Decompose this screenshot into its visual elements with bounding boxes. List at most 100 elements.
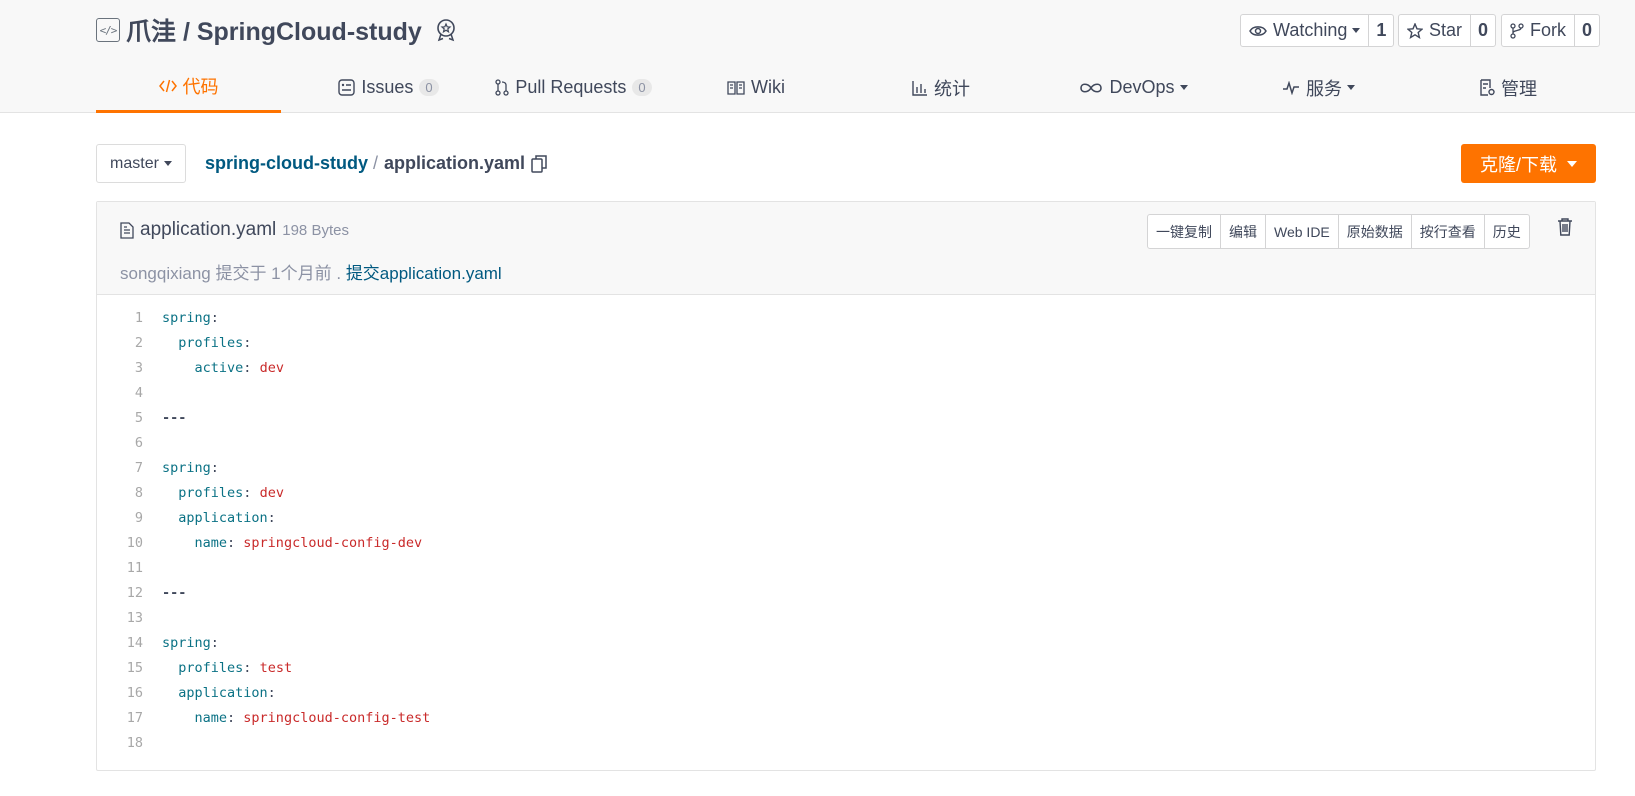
line-number[interactable]: 5	[97, 410, 143, 426]
chevron-down-icon	[1567, 160, 1577, 167]
blame-button[interactable]: 按行查看	[1412, 215, 1485, 248]
repo-nav: 代码 Issues 0 Pull Requests 0 Wiki 统计 DevO…	[96, 62, 1596, 113]
chevron-down-icon	[163, 161, 172, 166]
clone-download-button[interactable]: 克隆/下载	[1461, 144, 1596, 183]
code-line: 6	[97, 430, 1595, 455]
settings-doc-icon	[1480, 79, 1495, 96]
code-text: name: springcloud-config-dev	[194, 534, 423, 551]
line-number[interactable]: 14	[97, 635, 143, 651]
code-line: 10 name: springcloud-config-dev	[97, 530, 1595, 555]
copy-path-icon[interactable]	[531, 154, 547, 173]
code-line: 9 application:	[97, 505, 1595, 530]
code-line: 3 active: dev	[97, 355, 1595, 380]
code-line: 12 ---	[97, 580, 1595, 605]
code-line: 2 profiles:	[97, 330, 1595, 355]
award-badge-icon[interactable]	[434, 18, 458, 42]
code-line: 8 profiles: dev	[97, 480, 1595, 505]
history-button[interactable]: 历史	[1485, 215, 1529, 248]
watch-button[interactable]: Watching	[1241, 15, 1370, 46]
line-number[interactable]: 1	[97, 310, 143, 326]
code-text: name: springcloud-config-test	[194, 709, 431, 726]
book-icon	[727, 80, 745, 95]
tab-services[interactable]: 服务	[1276, 62, 1361, 113]
watch-count[interactable]: 1	[1369, 15, 1393, 46]
code-line: 11	[97, 555, 1595, 580]
raw-button[interactable]: 原始数据	[1339, 215, 1412, 248]
file-name: application.yaml	[140, 219, 277, 240]
tab-label: 服务	[1306, 78, 1342, 99]
code-text: profiles:	[178, 334, 252, 351]
copy-all-button[interactable]: 一键复制	[1148, 215, 1221, 248]
code-line: 7 spring:	[97, 455, 1595, 480]
tab-issues[interactable]: Issues 0	[306, 62, 471, 113]
code-line: 17 name: springcloud-config-test	[97, 705, 1595, 730]
tab-pull-requests[interactable]: Pull Requests 0	[481, 62, 666, 113]
fork-button[interactable]: Fork	[1502, 15, 1575, 46]
line-number[interactable]: 10	[97, 535, 143, 551]
repo-title-bar: </> 爪洼 / SpringCloud-study	[96, 12, 458, 48]
tab-code[interactable]: 代码	[96, 62, 281, 113]
edit-button[interactable]: 编辑	[1221, 215, 1266, 248]
delete-file-icon[interactable]	[1557, 218, 1573, 236]
star-icon	[1407, 22, 1423, 39]
tab-label: Wiki	[751, 77, 785, 97]
code-text: spring:	[162, 459, 219, 476]
line-number[interactable]: 4	[97, 385, 143, 401]
code-text: spring:	[162, 309, 219, 326]
breadcrumb-repo-link[interactable]: spring-cloud-study	[205, 153, 368, 174]
chevron-down-icon	[1179, 85, 1188, 90]
pull-request-icon	[495, 79, 509, 96]
tab-label: Pull Requests	[515, 77, 627, 97]
tab-stats[interactable]: 统计	[886, 62, 996, 113]
line-number[interactable]: 6	[97, 435, 143, 451]
code-line: 18	[97, 730, 1595, 755]
chevron-down-icon	[1347, 85, 1355, 90]
tab-label: Issues	[361, 77, 414, 97]
tab-wiki[interactable]: Wiki	[696, 62, 816, 113]
line-number[interactable]: 16	[97, 685, 143, 701]
line-number[interactable]: 17	[97, 710, 143, 726]
star-count[interactable]: 0	[1471, 15, 1495, 46]
fork-control: Fork 0	[1501, 14, 1601, 47]
line-number[interactable]: 8	[97, 485, 143, 501]
code-text: spring:	[162, 634, 219, 651]
breadcrumb: spring-cloud-study / application.yaml	[205, 153, 547, 174]
line-number[interactable]: 7	[97, 460, 143, 476]
tab-label: DevOps	[1109, 77, 1175, 97]
star-button[interactable]: Star	[1399, 15, 1472, 46]
line-number[interactable]: 2	[97, 335, 143, 351]
line-number[interactable]: 15	[97, 660, 143, 676]
chevron-down-icon	[1352, 28, 1361, 33]
web-ide-button[interactable]: Web IDE	[1266, 215, 1339, 248]
tab-manage[interactable]: 管理	[1466, 62, 1551, 113]
line-number[interactable]: 9	[97, 510, 143, 526]
code-line: 14 spring:	[97, 630, 1595, 655]
bar-chart-icon	[912, 80, 928, 96]
tab-label: 代码	[182, 77, 219, 97]
repo-header: </> 爪洼 / SpringCloud-study Watching 1 St…	[0, 0, 1635, 113]
fork-count[interactable]: 0	[1575, 15, 1599, 46]
tab-label: 管理	[1501, 78, 1537, 99]
line-number[interactable]: 18	[97, 735, 143, 751]
code-line: 5 ---	[97, 405, 1595, 430]
commit-message-link[interactable]: 提交application.yaml	[346, 264, 502, 283]
code-icon	[158, 78, 177, 94]
infinity-icon	[1079, 82, 1103, 94]
line-number[interactable]: 11	[97, 560, 143, 576]
repo-title[interactable]: 爪洼 / SpringCloud-study	[126, 12, 422, 48]
branch-selector[interactable]: master	[96, 144, 186, 183]
code-text: application:	[178, 509, 276, 526]
issues-count-badge: 0	[419, 79, 439, 96]
line-number[interactable]: 12	[97, 585, 143, 601]
code-text: profiles: test	[178, 659, 293, 676]
code-line: 1 spring:	[97, 305, 1595, 330]
file-size: 198 Bytes	[282, 221, 349, 239]
tab-devops[interactable]: DevOps	[1061, 62, 1206, 113]
issues-icon	[338, 79, 356, 96]
line-number[interactable]: 13	[97, 610, 143, 626]
line-number[interactable]: 3	[97, 360, 143, 376]
eye-icon	[1249, 25, 1267, 36]
watch-label: Watching	[1273, 20, 1348, 40]
file-actions: 一键复制 编辑 Web IDE 原始数据 按行查看 历史	[1147, 214, 1530, 249]
code-repo-icon: </>	[96, 18, 120, 42]
